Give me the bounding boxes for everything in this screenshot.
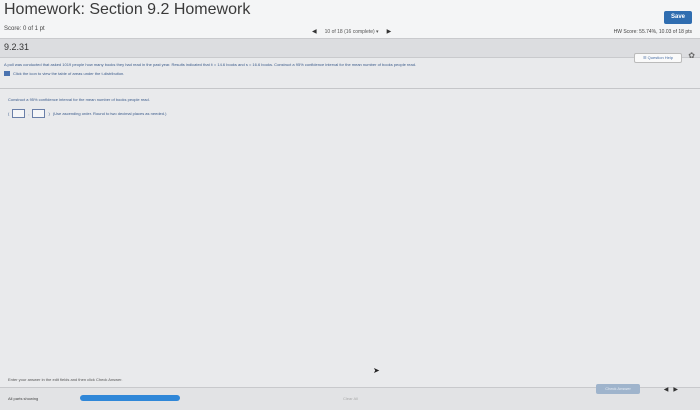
question-text: A poll was conducted that asked 1019 peo… (4, 62, 417, 67)
next-question-icon[interactable]: ▶ (387, 28, 392, 35)
clear-all-button[interactable]: Clear All (343, 396, 358, 401)
answer-hint: (Use ascending order. Round to two decim… (52, 111, 167, 116)
question-nav: ◀ 10 of 18 (16 complete) ▾ ▶ (312, 28, 392, 36)
table-icon[interactable] (4, 71, 10, 76)
footer-nav: ◀ ▶ (664, 386, 678, 393)
next-question-icon[interactable]: ▶ (673, 386, 678, 393)
upper-bound-input[interactable] (32, 109, 46, 118)
question-number: 9.2.31 (4, 42, 30, 52)
question-select[interactable]: 10 of 18 (16 complete) ▾ (325, 29, 379, 35)
progress-fill (80, 395, 180, 401)
lower-bound-input[interactable] (12, 109, 26, 118)
save-button[interactable]: Save (664, 11, 692, 24)
gear-icon[interactable]: ✿ (688, 51, 695, 60)
paren-open: ( (8, 111, 10, 116)
question-help-button[interactable]: ☰ Question Help (634, 53, 682, 63)
question-bar: 9.2.31 (0, 38, 700, 58)
footer: All parts showing Clear All Check Answer… (0, 384, 700, 410)
progress-bar (80, 395, 180, 401)
hw-score-label: HW Score: 55.74%, 10.03 of 18 pts (613, 29, 692, 35)
comma: , (28, 111, 30, 116)
answer-row: ( , ) (Use ascending order. Round to two… (8, 109, 166, 118)
tdist-tip[interactable]: Click the icon to view the table of area… (4, 71, 124, 76)
page-title: Homework: Section 9.2 Homework (4, 1, 251, 18)
paren-close: ) (48, 111, 50, 116)
prev-question-icon[interactable]: ◀ (312, 28, 317, 35)
instructions: Enter your answer in the edit fields and… (8, 377, 123, 382)
mouse-cursor-icon: ➤ (373, 366, 380, 375)
divider (0, 88, 700, 89)
prev-question-icon[interactable]: ◀ (664, 386, 669, 393)
chevron-down-icon: ▾ (376, 28, 379, 35)
answer-prompt: Construct a 95% confidence interval for … (8, 97, 150, 102)
list-icon: ☰ (642, 55, 647, 60)
parts-label: All parts showing (8, 396, 39, 401)
score-label: Score: 0 of 1 pt (4, 26, 45, 32)
check-answer-button[interactable]: Check Answer (596, 384, 640, 394)
header: Homework: Section 9.2 Homework Save Scor… (0, 0, 700, 38)
